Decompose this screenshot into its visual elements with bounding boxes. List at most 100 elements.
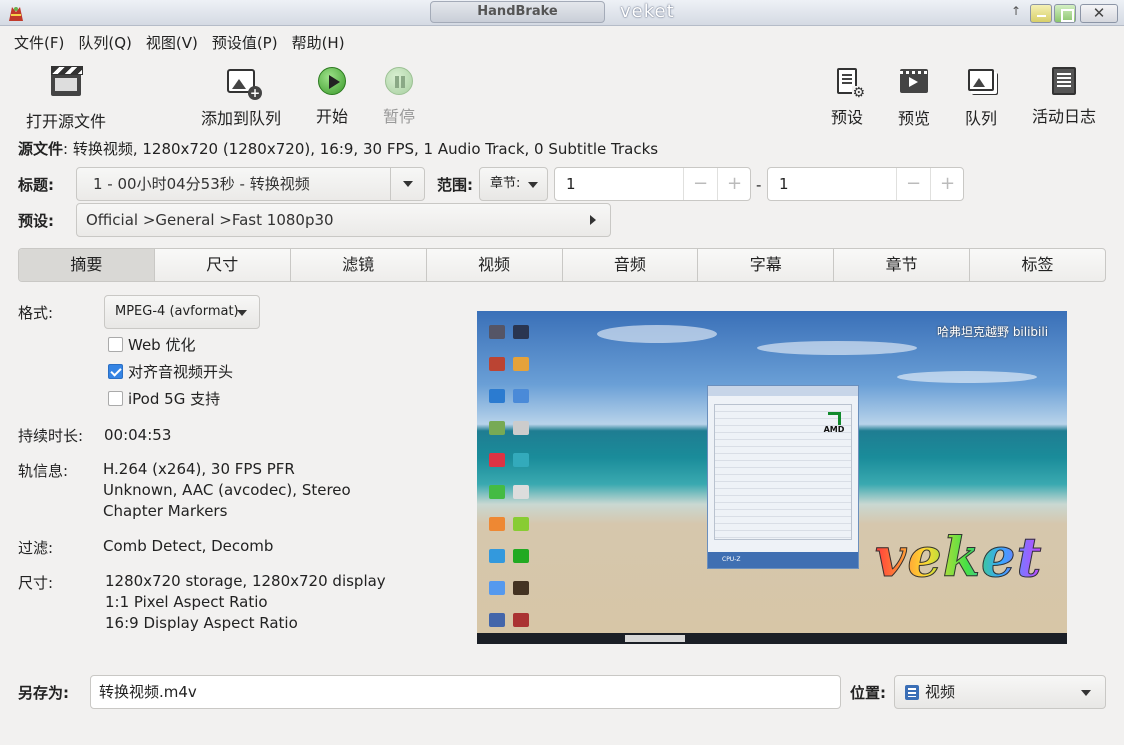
- preset-label: 预设:: [18, 212, 54, 230]
- window-maximize-button[interactable]: [1054, 4, 1076, 23]
- preview-button[interactable]: 预览: [898, 66, 930, 129]
- queue-button[interactable]: 队列: [965, 66, 997, 129]
- web-optimized-label: Web 优化: [128, 336, 196, 354]
- window-minimize-button[interactable]: [1030, 4, 1052, 23]
- clapperboard-icon: [50, 66, 83, 102]
- add-to-queue-button[interactable]: 添加到队列: [201, 66, 281, 129]
- source-label: 源文件: [18, 140, 64, 158]
- range-start-spinner[interactable]: 1 − +: [554, 167, 751, 201]
- align-av-checkbox[interactable]: 对齐音视频开头: [108, 361, 233, 382]
- tracks-line-audio: Unknown, AAC (avcodec), Stereo: [103, 481, 351, 499]
- cpuz-footer: CPU-Z: [708, 552, 858, 568]
- size-label: 尺寸:: [18, 574, 54, 592]
- tab-dimensions[interactable]: 尺寸: [153, 249, 290, 281]
- range-start-decrement-button[interactable]: −: [683, 168, 717, 200]
- activity-log-label: 活动日志: [1032, 107, 1097, 126]
- preview-thumbnail[interactable]: AMD CPU-Z 哈弗坦克越野 bilibili veket: [477, 311, 1067, 644]
- videos-folder-icon: [905, 685, 919, 700]
- chevron-down-icon[interactable]: [390, 168, 424, 200]
- range-mode-select[interactable]: 章节:: [479, 167, 548, 201]
- pause-label: 暂停: [383, 107, 416, 126]
- menu-help[interactable]: 帮助(H): [285, 26, 352, 56]
- range-end-spinner[interactable]: 1 − +: [767, 167, 964, 201]
- open-source-button[interactable]: 打开源文件: [26, 66, 106, 132]
- range-end-value: 1: [779, 175, 789, 193]
- preview-label: 预览: [898, 109, 931, 128]
- chevron-right-icon: [590, 215, 596, 225]
- log-document-icon: [1048, 67, 1080, 97]
- menu-queue[interactable]: 队列(Q): [71, 26, 139, 56]
- bilibili-watermark: 哈弗坦克越野 bilibili: [937, 325, 1049, 339]
- checkbox-unchecked-icon: [108, 337, 123, 352]
- stacked-images-icon: [965, 69, 997, 99]
- start-button[interactable]: 开始: [316, 66, 348, 127]
- location-value: 视频: [925, 683, 956, 701]
- location-label: 位置:: [850, 684, 886, 702]
- range-label: 范围:: [437, 176, 473, 194]
- location-select[interactable]: 视频: [894, 675, 1106, 709]
- tab-filters[interactable]: 滤镜: [289, 249, 426, 281]
- format-label: 格式:: [18, 304, 54, 322]
- tab-video[interactable]: 视频: [425, 249, 562, 281]
- tracks-line-video: H.264 (x264), 30 FPS PFR: [103, 460, 295, 478]
- size-line-storage: 1280x720 storage, 1280x720 display: [105, 572, 386, 590]
- queue-label: 队列: [965, 109, 998, 128]
- save-as-input[interactable]: 转换视频.m4v: [90, 675, 841, 709]
- play-icon: [316, 67, 348, 97]
- tab-subtitles[interactable]: 字幕: [697, 249, 833, 281]
- pause-icon: [383, 67, 415, 97]
- cpuz-window: AMD CPU-Z: [707, 385, 859, 569]
- range-end-increment-button[interactable]: +: [930, 168, 964, 200]
- desktop-icons: [485, 319, 537, 644]
- preset-value: Official >General >Fast 1080p30: [86, 211, 334, 229]
- preview-taskbar: [477, 633, 1067, 644]
- desktop-brand-label: veket: [620, 1, 675, 22]
- menu-presets[interactable]: 预设值(P): [205, 26, 285, 56]
- menu-bar: 文件(F) 队列(Q) 视图(V) 预设值(P) 帮助(H): [0, 26, 1124, 56]
- tracks-line-chapters: Chapter Markers: [103, 502, 228, 520]
- preset-selector[interactable]: Official >General >Fast 1080p30: [76, 203, 611, 237]
- title-label: 标题:: [18, 176, 54, 194]
- ipod-5g-checkbox[interactable]: iPod 5G 支持: [108, 388, 220, 409]
- save-as-label: 另存为:: [18, 684, 69, 702]
- menu-file[interactable]: 文件(F): [7, 26, 71, 56]
- handbrake-app-icon: [6, 3, 26, 23]
- duration-value: 00:04:53: [104, 426, 172, 444]
- tab-audio[interactable]: 音频: [561, 249, 698, 281]
- title-select[interactable]: 1 - 00小时04分53秒 - 转换视频: [76, 167, 425, 201]
- start-label: 开始: [316, 107, 349, 126]
- align-av-label: 对齐音视频开头: [128, 363, 234, 381]
- add-image-icon: [225, 69, 262, 100]
- range-start-increment-button[interactable]: +: [717, 168, 751, 200]
- duration-label: 持续时长:: [18, 427, 84, 445]
- filters-label: 过滤:: [18, 539, 54, 557]
- menu-view[interactable]: 视图(V): [139, 26, 205, 56]
- tab-tags[interactable]: 标签: [969, 249, 1105, 281]
- window-keep-above-button[interactable]: ↑: [1008, 4, 1024, 23]
- preset-document-gear-icon: [831, 68, 865, 100]
- web-optimized-checkbox[interactable]: Web 优化: [108, 334, 195, 355]
- format-select[interactable]: MPEG-4 (avformat): [104, 295, 260, 329]
- presets-button[interactable]: 预设: [831, 66, 865, 128]
- checkbox-checked-icon: [108, 364, 123, 379]
- title-bar: HandBrake veket ↑ ✕: [0, 0, 1124, 26]
- open-source-label: 打开源文件: [26, 112, 107, 131]
- activity-log-button[interactable]: 活动日志: [1032, 66, 1096, 127]
- veket-overlay-text: veket: [874, 525, 1043, 590]
- window-close-button[interactable]: ✕: [1080, 4, 1118, 23]
- checkbox-unchecked-icon: [108, 391, 123, 406]
- size-line-par: 1:1 Pixel Aspect Ratio: [105, 593, 268, 611]
- tab-chapters[interactable]: 章节: [833, 249, 969, 281]
- settings-tabs: 摘要 尺寸 滤镜 视频 音频 字幕 章节 标签: [18, 248, 1106, 282]
- ipod-5g-label: iPod 5G 支持: [128, 390, 221, 408]
- add-to-queue-label: 添加到队列: [201, 109, 282, 128]
- tab-summary[interactable]: 摘要: [19, 249, 154, 281]
- film-play-icon: [898, 69, 930, 99]
- tracks-label: 轨信息:: [18, 462, 69, 480]
- amd-logo: AMD: [820, 410, 848, 436]
- presets-label: 预设: [831, 108, 864, 127]
- window-title: HandBrake: [430, 1, 605, 23]
- pause-button[interactable]: 暂停: [383, 66, 415, 127]
- range-separator: -: [756, 176, 762, 194]
- range-end-decrement-button[interactable]: −: [896, 168, 930, 200]
